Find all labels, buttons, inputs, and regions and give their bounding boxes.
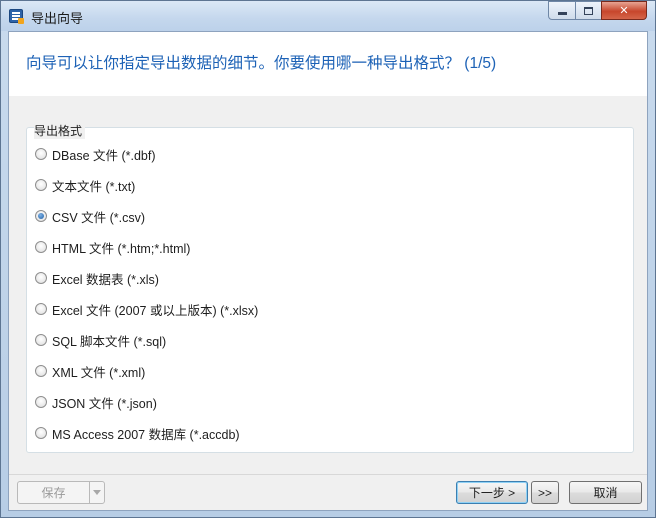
radio-csv[interactable] bbox=[35, 210, 47, 222]
format-option-label: HTML 文件 (*.htm;*.html) bbox=[52, 241, 191, 256]
format-option-sql[interactable]: SQL 脚本文件 (*.sql) bbox=[35, 331, 166, 349]
format-option-csv[interactable]: CSV 文件 (*.csv) bbox=[35, 207, 145, 225]
format-option-dbf[interactable]: DBase 文件 (*.dbf) bbox=[35, 145, 156, 163]
format-option-label: XML 文件 (*.xml) bbox=[52, 365, 146, 380]
wizard-step-prompt: 向导可以让你指定导出数据的细节。你要使用哪一种导出格式？ (1/5) bbox=[26, 55, 497, 72]
maximize-icon bbox=[584, 6, 593, 15]
radio-xls[interactable] bbox=[35, 272, 47, 284]
radio-xlsx[interactable] bbox=[35, 303, 47, 315]
export-wizard-window: 导出向导 ✕ 向导可以让你指定导出数据的细节。你要使用哪一种导出格式？ (1/5… bbox=[0, 0, 656, 518]
minimize-button[interactable] bbox=[548, 1, 576, 20]
cancel-button[interactable]: 取消 bbox=[569, 481, 642, 504]
radio-json[interactable] bbox=[35, 396, 47, 408]
format-option-label: 文本文件 (*.txt) bbox=[52, 179, 136, 194]
format-option-label: CSV 文件 (*.csv) bbox=[52, 210, 146, 225]
format-option-label: JSON 文件 (*.json) bbox=[52, 396, 157, 411]
format-option-label: Excel 文件 (2007 或以上版本) (*.xlsx) bbox=[52, 303, 259, 318]
radio-sql[interactable] bbox=[35, 334, 47, 346]
radio-txt[interactable] bbox=[35, 179, 47, 191]
save-button[interactable]: 保存 bbox=[17, 481, 90, 504]
close-button[interactable]: ✕ bbox=[601, 1, 647, 20]
wizard-body: DBase 文件 (*.dbf) 文本文件 (*.txt) CSV 文件 (*.… bbox=[9, 96, 647, 474]
format-option-json[interactable]: JSON 文件 (*.json) bbox=[35, 393, 157, 411]
format-option-txt[interactable]: 文本文件 (*.txt) bbox=[35, 176, 135, 194]
format-option-label: SQL 脚本文件 (*.sql) bbox=[52, 334, 167, 349]
title-bar[interactable]: 导出向导 ✕ bbox=[1, 1, 655, 31]
radio-xml[interactable] bbox=[35, 365, 47, 377]
radio-dbf[interactable] bbox=[35, 148, 47, 160]
save-dropdown-button[interactable] bbox=[89, 481, 105, 504]
next-button[interactable]: 下一步 > bbox=[456, 481, 528, 504]
format-option-label: Excel 数据表 (*.xls) bbox=[52, 272, 159, 287]
format-option-html[interactable]: HTML 文件 (*.htm;*.html) bbox=[35, 238, 190, 256]
wizard-header: 向导可以让你指定导出数据的细节。你要使用哪一种导出格式？ (1/5) bbox=[9, 32, 647, 96]
radio-accdb[interactable] bbox=[35, 427, 47, 439]
format-option-label: MS Access 2007 数据库 (*.accdb) bbox=[52, 427, 240, 442]
maximize-button[interactable] bbox=[575, 1, 602, 20]
format-option-xlsx[interactable]: Excel 文件 (2007 或以上版本) (*.xlsx) bbox=[35, 300, 258, 318]
window-title: 导出向导 bbox=[31, 11, 84, 26]
wizard-client-area: 向导可以让你指定导出数据的细节。你要使用哪一种导出格式？ (1/5) DBase… bbox=[8, 31, 648, 511]
format-option-label: DBase 文件 (*.dbf) bbox=[52, 148, 156, 163]
export-format-group-title: 导出格式 bbox=[34, 122, 86, 139]
chevron-down-icon bbox=[93, 490, 101, 495]
wizard-footer: 保存 下一步 > >> 取消 bbox=[9, 474, 647, 510]
radio-html[interactable] bbox=[35, 241, 47, 253]
close-icon: ✕ bbox=[619, 5, 629, 17]
format-option-xls[interactable]: Excel 数据表 (*.xls) bbox=[35, 269, 159, 287]
export-wizard-icon bbox=[9, 9, 24, 24]
format-option-accdb[interactable]: MS Access 2007 数据库 (*.accdb) bbox=[35, 424, 240, 442]
format-option-xml[interactable]: XML 文件 (*.xml) bbox=[35, 362, 145, 380]
minimize-icon bbox=[557, 12, 567, 15]
fast-forward-button[interactable]: >> bbox=[531, 481, 559, 504]
export-format-group: DBase 文件 (*.dbf) 文本文件 (*.txt) CSV 文件 (*.… bbox=[26, 127, 634, 453]
